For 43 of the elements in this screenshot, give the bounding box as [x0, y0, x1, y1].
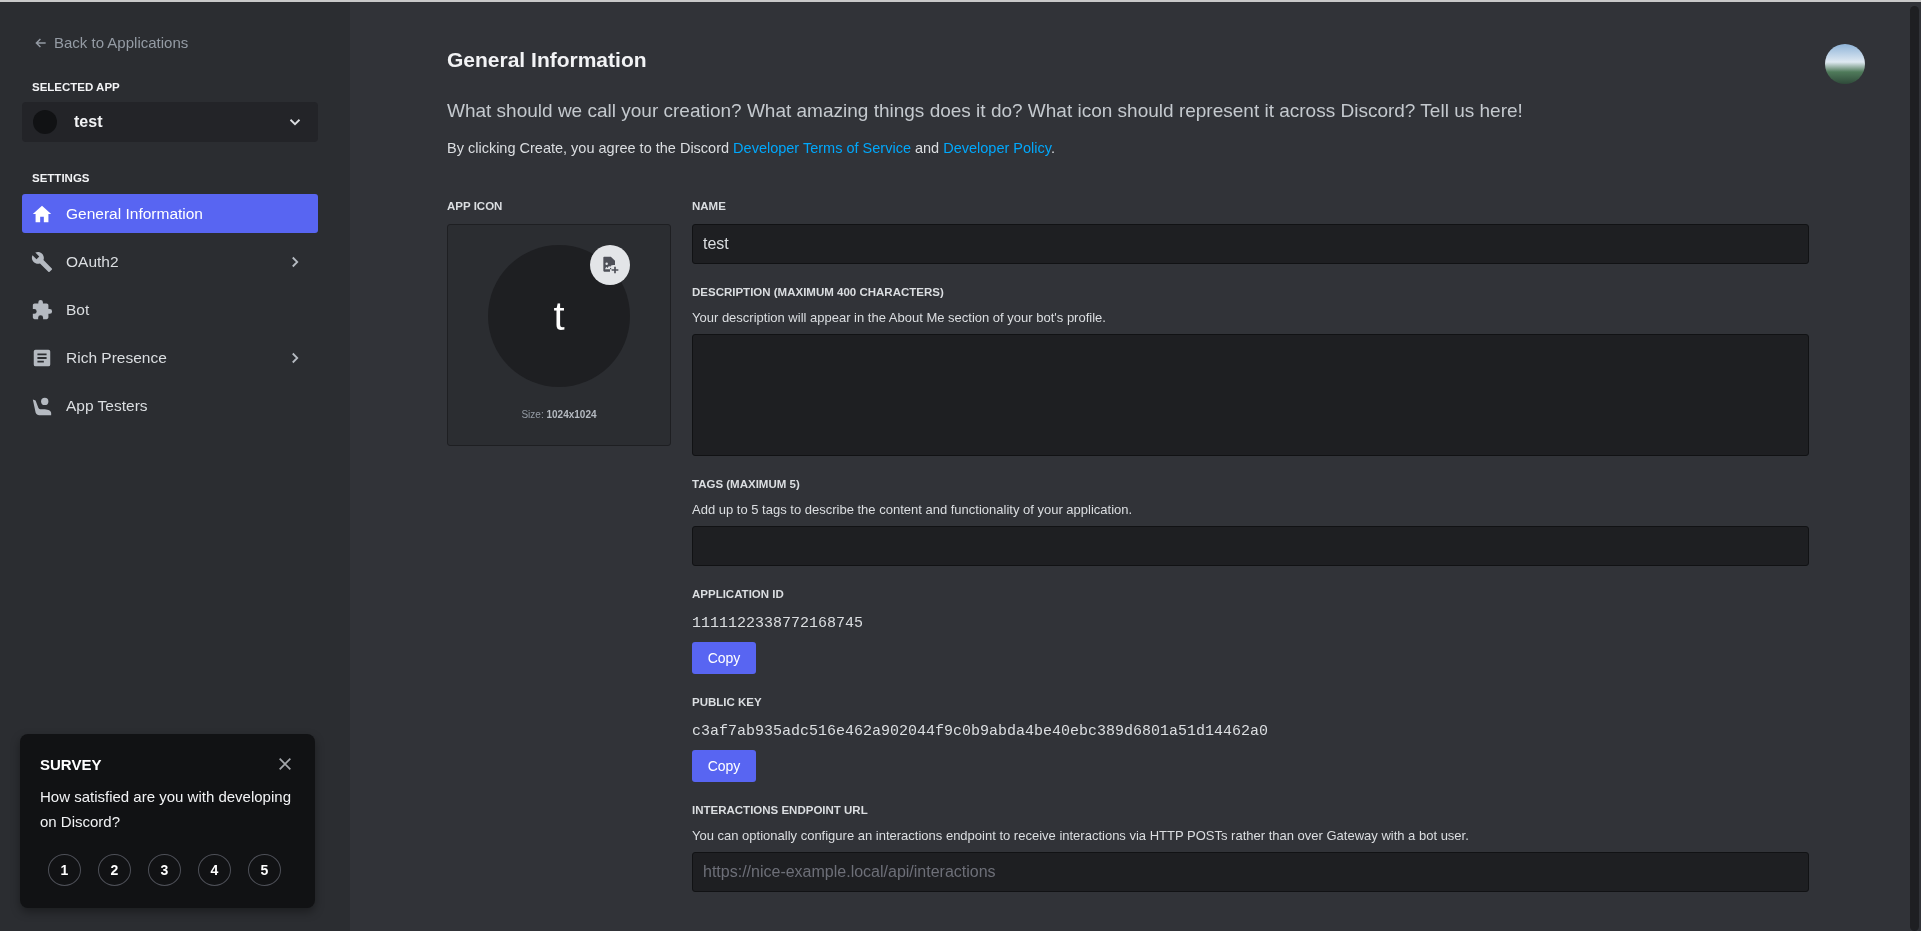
field-help-text: Your description will appear in the About Me section of your bot's profile. [692, 310, 1107, 325]
description-field[interactable] [692, 334, 1809, 456]
section-label: SETTINGS [32, 172, 91, 184]
close-icon [277, 756, 293, 772]
app-icon-letter: t [553, 293, 565, 339]
field-value: 1111122338772168745 [692, 615, 865, 632]
text-field[interactable]: test [692, 224, 1809, 264]
app-icon-upload[interactable]: t [488, 245, 630, 387]
survey-question: How satisfied are you with developing on Discord? [40, 787, 292, 832]
terms-link[interactable]: Developer Terms of Service [733, 140, 911, 156]
user-avatar[interactable] [1825, 44, 1865, 84]
image-plus-icon [600, 255, 620, 275]
text-field[interactable]: https://nice-example.local/api/interactions [692, 852, 1809, 892]
copy-button[interactable]: Copy [692, 642, 756, 674]
field-value: c3af7ab935adc516e462a902044f9c0b9abda4be40ebc389d6801a51d14462a0 [692, 723, 1270, 740]
field-label: APPLICATION ID [692, 588, 785, 602]
nav-item[interactable]: General Information [22, 194, 318, 233]
policy-link[interactable]: Developer Policy [943, 140, 1051, 156]
icon-size-text: Size: 1024x1024 [521, 409, 597, 420]
survey-title: SURVEY [40, 755, 102, 773]
wrench-icon [31, 250, 53, 273]
agreement-text: By clicking Create, you agree to the Discord Developer Terms of Service and Developer Policy. [447, 140, 1056, 156]
field-label: INTERACTIONS ENDPOINT URL [692, 804, 869, 818]
field-label: NAME [692, 200, 727, 214]
nav-item[interactable]: Rich Presence [22, 338, 318, 377]
field-label: PUBLIC KEY [692, 696, 763, 710]
back-link[interactable]: Back to Applications [34, 34, 189, 51]
nav-item[interactable]: App Testers [22, 386, 318, 425]
field-label: DESCRIPTION (MAXIMUM 400 CHARACTERS) [692, 286, 945, 300]
page-title: General Information [447, 48, 647, 72]
nav-item[interactable]: Bot [22, 290, 318, 329]
section-label: SELECTED APP [32, 81, 121, 93]
copy-button[interactable]: Copy [692, 750, 756, 782]
field-help-text: You can optionally configure an interactions endpoint to receive interactions via HTTP POSTs rather than over Gateway with a bot user. [692, 828, 1470, 843]
field-help-text: Add up to 5 tags to describe the content and functionality of your application. [692, 502, 1134, 517]
app-dropdown[interactable]: test [22, 102, 318, 142]
add-image-icon[interactable] [590, 245, 630, 285]
text-field[interactable] [692, 526, 1809, 566]
page-subtitle: What should we call your creation? What amazing things does it do? What icon should represent it across Discord? Tell us here! [447, 100, 1524, 122]
nav-item[interactable]: OAuth2 [22, 242, 318, 281]
puzzle-icon [31, 298, 53, 321]
field-label: TAGS (MAXIMUM 5) [692, 478, 801, 492]
field-label: APP ICON [447, 200, 504, 214]
